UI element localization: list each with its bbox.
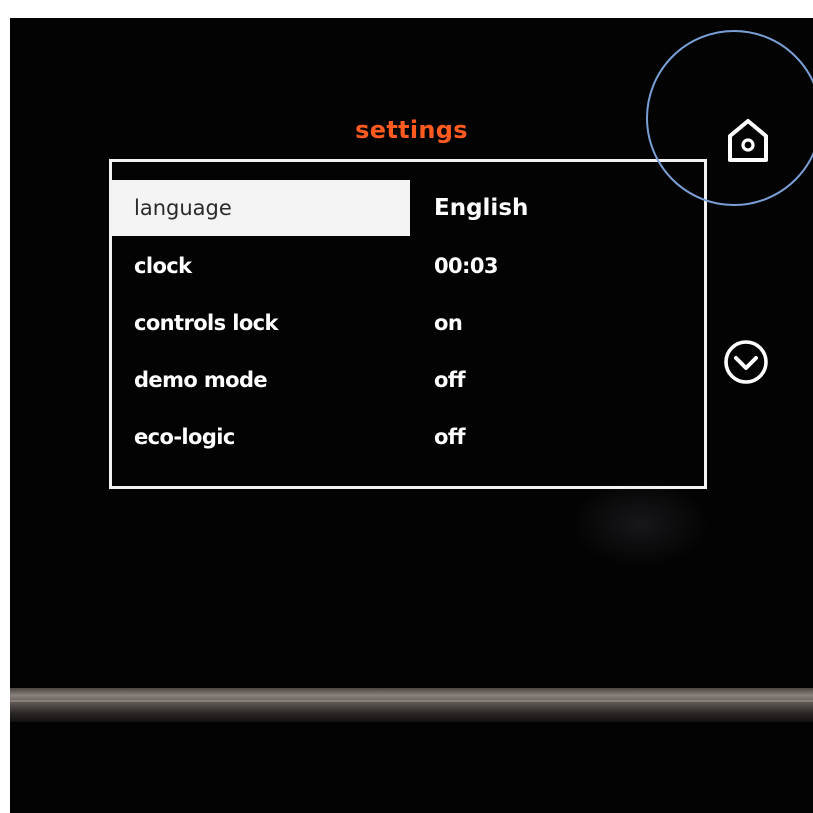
oven-trim-reflection (10, 700, 813, 702)
setting-value: off (434, 368, 466, 392)
settings-row-clock[interactable]: clock 00:03 (112, 238, 704, 294)
settings-row-eco-logic[interactable]: eco-logic off (112, 409, 704, 465)
settings-list: language English clock 00:03 controls lo… (109, 159, 707, 489)
setting-value: off (434, 425, 466, 449)
setting-value: English (434, 195, 529, 221)
setting-label: demo mode (134, 368, 268, 392)
chevron-down-circle-icon (724, 340, 768, 384)
setting-value: 00:03 (434, 254, 498, 278)
setting-label: eco-logic (134, 425, 235, 449)
screen-glare (570, 478, 710, 568)
setting-label: controls lock (134, 311, 279, 335)
setting-label: language (134, 196, 232, 220)
scroll-down-button[interactable] (722, 338, 770, 386)
settings-row-controls-lock[interactable]: controls lock on (112, 295, 704, 351)
setting-value: on (434, 311, 463, 335)
settings-row-demo-mode[interactable]: demo mode off (112, 352, 704, 408)
setting-label: clock (134, 254, 192, 278)
settings-row-language[interactable]: language English (112, 180, 704, 236)
oven-trim (10, 688, 813, 722)
highlight-circle (646, 30, 813, 206)
